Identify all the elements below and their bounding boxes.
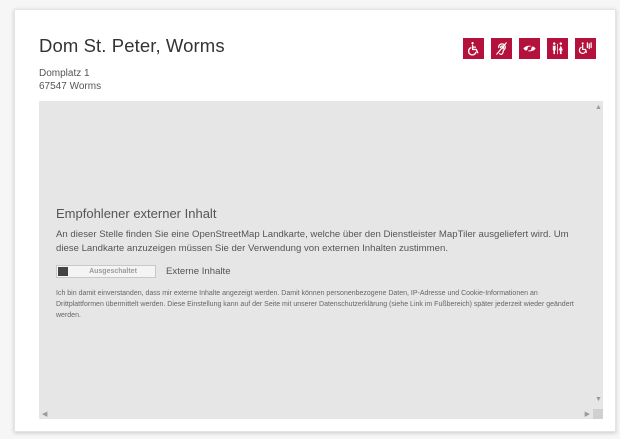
wheelchair-icon xyxy=(463,38,484,59)
toggle-knob xyxy=(58,267,68,276)
scroll-left-icon[interactable]: ◀ xyxy=(42,411,47,418)
assisted-access-icon xyxy=(575,38,596,59)
scroll-down-icon[interactable]: ▼ xyxy=(595,396,602,403)
accessibility-icons xyxy=(463,38,596,59)
hearing-impaired-icon xyxy=(491,38,512,59)
place-address: Domplatz 1 67547 Worms xyxy=(39,67,101,93)
scroll-right-icon[interactable]: ▶ xyxy=(585,411,590,418)
horizontal-scrollbar[interactable]: ◀ ▶ xyxy=(39,409,593,419)
external-content-toggle[interactable]: Ausgeschaltet xyxy=(56,265,156,278)
place-title: Dom St. Peter, Worms xyxy=(39,35,225,56)
vertical-scrollbar[interactable]: ▲ ▼ xyxy=(593,101,603,405)
map-placeholder: ▲ ▼ ◀ ▶ Empfohlener externer Inhalt An d… xyxy=(39,101,603,419)
restroom-icon xyxy=(547,38,568,59)
page: Dom St. Peter, Worms Domplatz 1 67547 Wo… xyxy=(0,0,620,439)
toggle-state-label: Ausgeschaltet xyxy=(89,268,137,275)
consent-disclaimer: Ich bin damit einverstanden, dass mir ex… xyxy=(56,290,574,319)
address-city: 67547 Worms xyxy=(39,81,102,92)
location-card: Dom St. Peter, Worms Domplatz 1 67547 Wo… xyxy=(14,9,616,432)
scroll-up-icon[interactable]: ▲ xyxy=(595,104,602,111)
toggle-label: Externe Inhalte xyxy=(166,266,231,277)
visually-impaired-icon xyxy=(519,38,540,59)
scrollbar-corner xyxy=(593,409,603,419)
consent-heading: Empfohlener externer Inhalt xyxy=(56,206,217,221)
external-content-toggle-row: Ausgeschaltet Externe Inhalte xyxy=(56,265,231,278)
address-street: Domplatz 1 xyxy=(39,68,90,79)
consent-text: An dieser Stelle finden Sie eine OpenStr… xyxy=(56,229,569,254)
